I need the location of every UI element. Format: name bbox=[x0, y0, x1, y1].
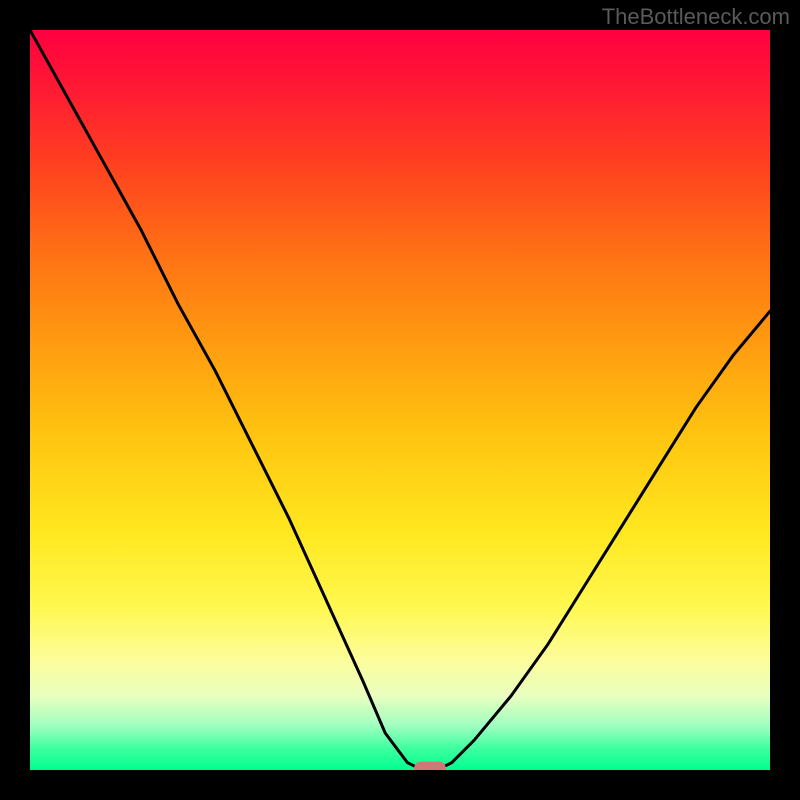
watermark-text: TheBottleneck.com bbox=[602, 4, 790, 30]
bottleneck-curve bbox=[30, 30, 770, 770]
optimal-point-marker bbox=[414, 762, 446, 770]
plot-area bbox=[30, 30, 770, 770]
